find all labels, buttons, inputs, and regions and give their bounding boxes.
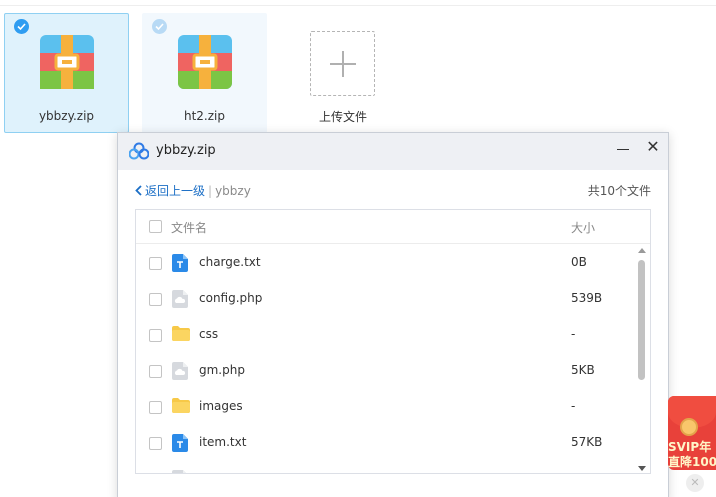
- folder-icon: [172, 326, 190, 344]
- select-all-checkbox[interactable]: [149, 220, 162, 233]
- promo-line-2: 直降100: [668, 455, 716, 469]
- php-file-icon: [172, 470, 188, 473]
- row-file-name: config.php: [199, 291, 263, 305]
- svip-promo-badge[interactable]: SVIP年 直降100: [668, 396, 716, 472]
- text-file-icon: [172, 254, 188, 272]
- row-checkbox[interactable]: [149, 401, 162, 414]
- table-row[interactable]: config.php 539B: [136, 281, 636, 317]
- row-file-size: 0B: [571, 255, 587, 269]
- row-checkbox[interactable]: [149, 473, 162, 474]
- breadcrumb-separator: |: [208, 184, 213, 198]
- table-row[interactable]: images -: [136, 389, 636, 425]
- row-checkbox[interactable]: [149, 293, 162, 306]
- column-header-name[interactable]: 文件名: [171, 219, 207, 236]
- table-row[interactable]: gm.php 5KB: [136, 353, 636, 389]
- dialog-header[interactable]: ybbzy.zip ✕: [118, 133, 668, 170]
- minimize-icon: [617, 149, 629, 150]
- file-table: 文件名 大小 charge.txt 0B config.php 539B css - gm.…: [135, 209, 651, 474]
- upload-button[interactable]: [310, 31, 375, 96]
- breadcrumb-current: ybbzy: [215, 184, 251, 198]
- baidu-netdisk-logo: [129, 142, 149, 160]
- row-file-size: -: [571, 399, 576, 413]
- row-checkbox[interactable]: [149, 257, 162, 270]
- zip-archive-icon: [178, 35, 232, 89]
- dialog-title: ybbzy.zip: [156, 143, 216, 158]
- scroll-down-arrow-icon[interactable]: [638, 466, 646, 471]
- scrollbar[interactable]: [635, 245, 649, 473]
- row-file-size: -: [571, 327, 576, 341]
- scroll-up-arrow-icon[interactable]: [638, 248, 646, 253]
- close-button[interactable]: ✕: [644, 137, 662, 157]
- zip-archive-icon: [40, 35, 94, 89]
- row-checkbox[interactable]: [149, 437, 162, 450]
- row-file-name: css: [199, 327, 219, 341]
- selected-check-icon[interactable]: [14, 19, 29, 34]
- table-row[interactable]: css -: [136, 317, 636, 353]
- file-name: ht2.zip: [183, 109, 225, 123]
- red-envelope-icon: SVIP年 直降100: [668, 396, 716, 470]
- row-file-name: gm.php: [199, 363, 245, 377]
- row-file-name: images: [199, 399, 243, 413]
- text-file-icon: [172, 434, 188, 452]
- row-file-name: item.txt: [199, 435, 247, 449]
- row-file-size: 5KB: [571, 363, 595, 377]
- file-tile-ht2[interactable]: ht2.zip: [142, 13, 267, 133]
- php-file-icon: [172, 362, 188, 380]
- file-name: ybbzy.zip: [38, 109, 95, 123]
- upload-label[interactable]: 上传文件: [300, 108, 386, 125]
- row-file-size: 539B: [571, 291, 603, 305]
- promo-close-icon[interactable]: ✕: [686, 474, 704, 492]
- row-checkbox[interactable]: [149, 365, 162, 378]
- folder-icon: [172, 398, 190, 416]
- minimize-button[interactable]: [614, 139, 632, 159]
- row-checkbox[interactable]: [149, 329, 162, 342]
- row-file-size: 57KB: [571, 435, 603, 449]
- table-row[interactable]: [136, 461, 636, 474]
- back-link[interactable]: 返回上一级: [135, 184, 205, 198]
- unselected-check-icon[interactable]: [152, 19, 167, 34]
- file-count: 共10个文件: [587, 184, 651, 198]
- file-tile-ybbzy[interactable]: ybbzy.zip: [4, 13, 129, 133]
- php-file-icon: [172, 290, 188, 308]
- table-header: 文件名 大小: [136, 210, 650, 244]
- breadcrumb: 返回上一级 | ybbzy: [135, 182, 251, 199]
- table-row[interactable]: charge.txt 0B: [136, 245, 636, 281]
- file-list: charge.txt 0B config.php 539B css - gm.php 5KB i…: [136, 245, 636, 474]
- column-header-size[interactable]: 大小: [571, 219, 595, 236]
- row-file-name: charge.txt: [199, 255, 261, 269]
- chevron-left-icon: [135, 185, 142, 196]
- top-divider: [0, 0, 716, 6]
- table-row[interactable]: item.txt 57KB: [136, 425, 636, 461]
- scroll-thumb[interactable]: [638, 260, 645, 380]
- archive-preview-dialog: ybbzy.zip ✕ 返回上一级 | ybbzy 共10个文件 文件名 大小 ch…: [117, 132, 669, 497]
